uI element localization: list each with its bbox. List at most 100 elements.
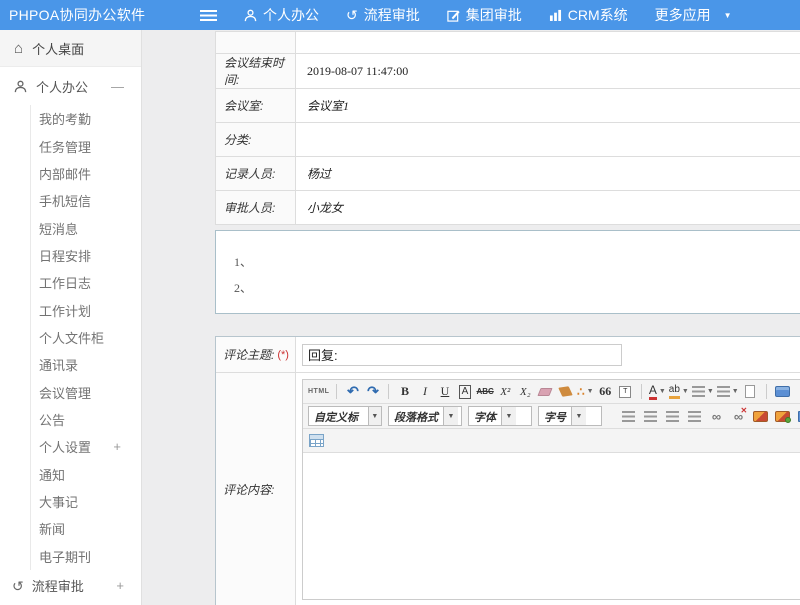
sidebar-item-sms[interactable]: 手机短信	[31, 187, 141, 214]
sidebar-item-announcement[interactable]: 公告	[31, 406, 141, 433]
paste-as-table-button[interactable]: T	[617, 383, 634, 401]
source-code-button[interactable]: HTML	[308, 383, 329, 401]
comment-content-editable-area[interactable]	[303, 453, 800, 599]
sidebar-item-work-log[interactable]: 工作日志	[31, 269, 141, 296]
redo-icon[interactable]: ↷	[364, 383, 381, 401]
sidebar-item-internal-mail[interactable]: 内部邮件	[31, 160, 141, 187]
sidebar-item-personal-settings[interactable]: 个人设置 +	[31, 433, 141, 460]
sidebar-item-personal-office[interactable]: 个人办公 —	[0, 67, 141, 105]
editor-toolbar-row-3	[303, 429, 800, 453]
sidebar-item-work-plan[interactable]: 工作计划	[31, 296, 141, 323]
comment-subject-input[interactable]	[302, 344, 622, 366]
align-center-button[interactable]	[642, 407, 659, 425]
toolbar-separator	[388, 384, 389, 399]
nav-label: 更多应用	[655, 5, 711, 25]
expand-icon[interactable]: +	[116, 578, 124, 593]
highlight-color-button[interactable]: ab▼	[669, 383, 689, 401]
sidebar-item-e-journal[interactable]: 电子期刊	[31, 543, 141, 570]
content-line: 1、	[234, 253, 800, 270]
paragraph-format-select[interactable]: 段落格式 ▼	[388, 406, 462, 426]
remove-format-button[interactable]	[537, 383, 554, 401]
brush-icon	[558, 386, 573, 396]
meeting-content-box: 1、 2、	[215, 230, 800, 314]
field-value: 小龙女	[296, 191, 800, 225]
sidebar-item-news[interactable]: 新闻	[31, 515, 141, 542]
sidebar: ⌂ 个人桌面 个人办公 — 我的考勤 任务管理 内部邮件 手机短信 短消息 日程…	[0, 30, 142, 605]
sidebar-item-notice[interactable]: 通知	[31, 460, 141, 487]
ordered-list-button[interactable]: ▼	[692, 383, 714, 401]
content-line: 2、	[234, 279, 800, 296]
home-icon: ⌂	[14, 41, 23, 56]
format-brush-button[interactable]	[557, 383, 574, 401]
field-value-cell: HTML ↶ ↷ B I U A ABC X² X₂ ∴	[296, 373, 800, 605]
unordered-list-icon	[717, 386, 730, 397]
upload-image-button[interactable]	[774, 407, 791, 425]
sidebar-item-events[interactable]: 大事记	[31, 488, 141, 515]
sidebar-item-contacts[interactable]: 通讯录	[31, 351, 141, 378]
page-icon	[745, 385, 755, 398]
caret-down-icon: ▼	[724, 11, 732, 20]
sidebar-item-personal-desktop[interactable]: ⌂ 个人桌面	[0, 30, 141, 67]
underline-button[interactable]: U	[436, 383, 453, 401]
expand-icon[interactable]: +	[113, 439, 121, 454]
align-right-button[interactable]	[664, 407, 681, 425]
align-left-button[interactable]	[620, 407, 637, 425]
font-size-value: 字号	[539, 407, 571, 425]
undo-icon[interactable]: ↶	[344, 383, 361, 401]
sidebar-item-meeting-management[interactable]: 会议管理	[31, 378, 141, 405]
bold-button[interactable]: B	[396, 383, 413, 401]
font-color-button[interactable]: A▼	[649, 383, 666, 401]
heading-select[interactable]: 自定义标题 ▼	[308, 406, 382, 426]
comment-subject-row: 评论主题: (*)	[216, 337, 800, 373]
nav-more-apps[interactable]: 更多应用 ▼	[655, 5, 732, 25]
new-page-button[interactable]	[742, 383, 759, 401]
nav-personal-office[interactable]: 个人办公	[244, 5, 319, 25]
font-family-select[interactable]: 字体 ▼	[468, 406, 532, 426]
insert-link-button[interactable]: ∞	[708, 407, 725, 425]
hamburger-menu-icon[interactable]	[200, 10, 217, 21]
collapse-icon[interactable]: —	[111, 79, 124, 94]
sidebar-item-label: 会议管理	[39, 383, 91, 402]
paint-color-button[interactable]: ∴▼	[577, 383, 594, 401]
nav-label: 集团审批	[466, 5, 522, 25]
comment-content-label: 评论内容:	[223, 481, 274, 498]
insert-table-button[interactable]	[308, 432, 325, 450]
superscript-label: X²	[500, 386, 510, 398]
sidebar-item-task-management[interactable]: 任务管理	[31, 132, 141, 159]
highlight-icon: ab	[669, 385, 680, 399]
font-family-value: 字体	[469, 407, 501, 425]
insert-image-button[interactable]	[752, 407, 769, 425]
unordered-list-button[interactable]: ▼	[717, 383, 739, 401]
fullscreen-button[interactable]	[774, 383, 791, 401]
strikethrough-button[interactable]: ABC	[476, 383, 493, 401]
nav-group-approval[interactable]: 集团审批	[447, 5, 522, 25]
bar-chart-icon	[549, 9, 562, 21]
sidebar-item-workflow-approval[interactable]: ↺ 流程审批 +	[0, 570, 141, 602]
insert-media-button[interactable]	[796, 407, 800, 425]
caret-down-icon: ▼	[659, 388, 666, 395]
sidebar-item-label: 电子期刊	[39, 547, 91, 566]
eraser-icon	[538, 388, 553, 396]
nav-crm-system[interactable]: CRM系统	[549, 5, 628, 25]
caret-down-icon: ▼	[501, 407, 516, 425]
blockquote-button[interactable]: 66	[597, 383, 614, 401]
superscript-button[interactable]: X²	[497, 383, 514, 401]
editor-toolbar-row-2: 自定义标题 ▼ 段落格式 ▼ 字体 ▼ 字号 ▼	[303, 404, 800, 429]
sidebar-item-label: 通讯录	[39, 355, 78, 374]
meeting-info-table: 会议结束时间: 2019-08-07 11:47:00 会议室: 会议室1 分类…	[215, 31, 800, 225]
edit-icon	[447, 9, 460, 22]
sidebar-item-my-attendance[interactable]: 我的考勤	[31, 105, 141, 132]
remove-link-button[interactable]: ∞✕	[730, 407, 747, 425]
sidebar-item-schedule[interactable]: 日程安排	[31, 242, 141, 269]
sidebar-item-personal-files[interactable]: 个人文件柜	[31, 324, 141, 351]
font-size-select[interactable]: 字号 ▼	[538, 406, 602, 426]
italic-button[interactable]: I	[416, 383, 433, 401]
subscript-button[interactable]: X₂	[517, 383, 534, 401]
caret-down-icon: ▼	[571, 407, 586, 425]
align-justify-button[interactable]	[686, 407, 703, 425]
comment-form-table: 评论主题: (*) 评论内容: HTML ↶ ↷	[215, 336, 800, 605]
sidebar-item-short-message[interactable]: 短消息	[31, 214, 141, 241]
nav-workflow-approval[interactable]: ↺ 流程审批	[346, 5, 420, 25]
font-style-button[interactable]: A	[459, 385, 472, 399]
heading-select-value: 自定义标题	[309, 407, 368, 425]
